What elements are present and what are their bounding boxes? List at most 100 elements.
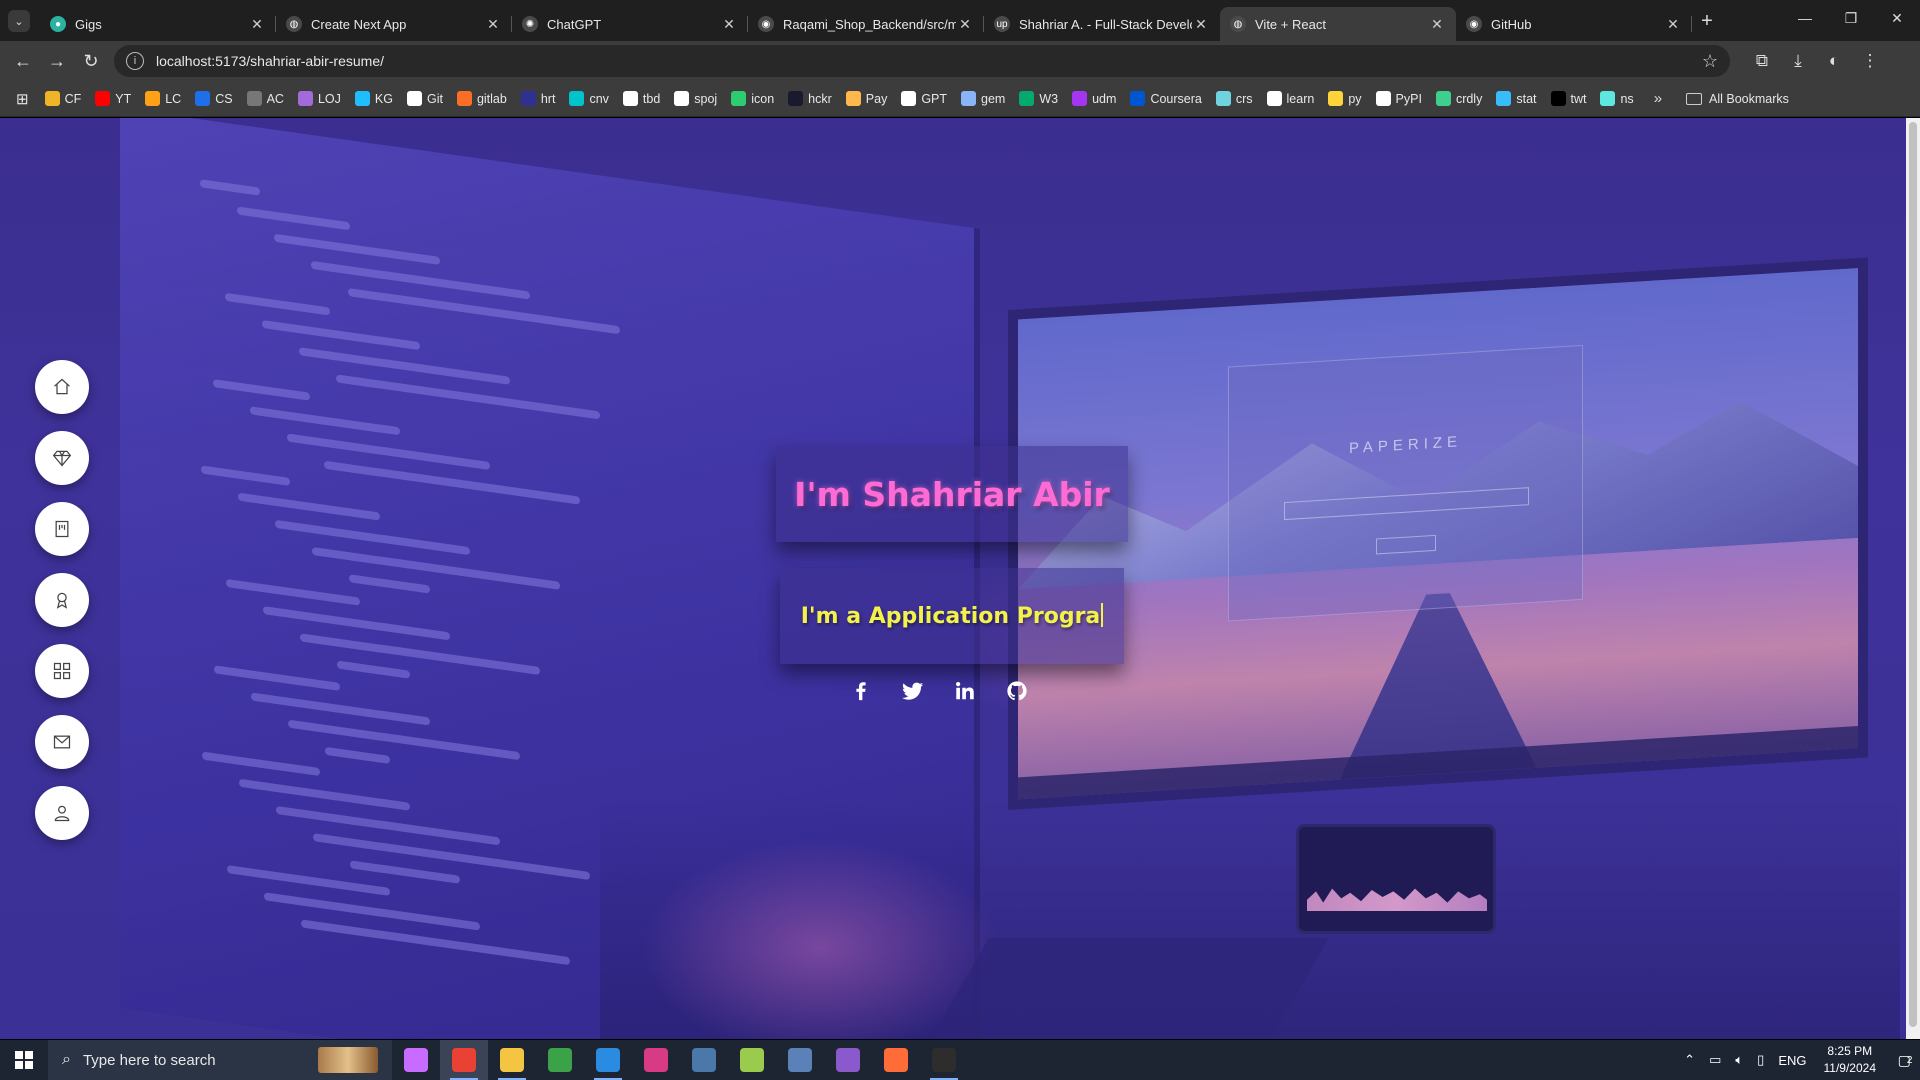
page-scrollbar[interactable] <box>1906 118 1920 1039</box>
tab-close-icon[interactable]: ✕ <box>1664 16 1682 33</box>
bookmark-item[interactable]: YT <box>95 91 131 106</box>
bookmark-item[interactable]: W3 <box>1019 91 1058 106</box>
bookmark-item[interactable]: py <box>1328 91 1362 106</box>
address-bar[interactable]: i localhost:5173/shahriar-abir-resume/ ☆ <box>114 45 1730 77</box>
forward-button[interactable]: → <box>40 44 74 78</box>
site-info-icon[interactable]: i <box>126 52 144 70</box>
chrome-app-button[interactable] <box>440 1040 488 1080</box>
tool-app-button[interactable] <box>728 1040 776 1080</box>
bookmark-item[interactable]: CS <box>195 91 233 106</box>
bookmark-item[interactable]: twt <box>1550 91 1586 106</box>
browser-tab[interactable]: ◉ GitHub ✕ <box>1456 7 1692 41</box>
nav-contact-button[interactable] <box>35 715 89 769</box>
bookmark-item[interactable]: Pay <box>845 91 887 106</box>
bookmark-item[interactable]: crdly <box>1435 91 1482 106</box>
minimize-button[interactable]: — <box>1782 0 1828 36</box>
bookmark-item[interactable]: learn <box>1266 91 1314 106</box>
bookmark-item[interactable]: udm <box>1072 91 1116 106</box>
extensions-icon[interactable]: ⧉ <box>1744 51 1780 71</box>
scrollbar-thumb[interactable] <box>1909 122 1917 1027</box>
browser-tab[interactable]: ● Gigs ✕ <box>40 7 276 41</box>
copilot-app-button[interactable] <box>392 1040 440 1080</box>
nav-services-button[interactable] <box>35 431 89 485</box>
bookmark-item[interactable]: hrt <box>520 91 555 106</box>
bookmark-item[interactable]: gitlab <box>456 91 507 106</box>
diamond-icon <box>52 450 72 467</box>
browser-tab[interactable]: ◍ Create Next App ✕ <box>276 7 512 41</box>
tab-close-icon[interactable]: ✕ <box>1428 16 1446 33</box>
apps-grid-icon[interactable]: ⊞ <box>16 90 29 108</box>
bookmark-item[interactable]: spoj <box>674 91 717 106</box>
tab-close-icon[interactable]: ✕ <box>248 16 266 33</box>
notification-center-button[interactable]: ▢ 2 <box>1890 1040 1920 1080</box>
file-explorer-app-button[interactable] <box>488 1040 536 1080</box>
bookmark-item[interactable]: cnv <box>569 91 609 106</box>
github-link[interactable] <box>1006 678 1028 704</box>
bookmark-item[interactable]: GPT <box>901 91 947 106</box>
restore-button[interactable]: ❐ <box>1828 0 1874 36</box>
postman-app-button[interactable] <box>872 1040 920 1080</box>
bookmark-item[interactable]: hckr <box>788 91 832 106</box>
nav-about-button[interactable] <box>35 786 89 840</box>
clock-time: 8:25 PM <box>1827 1044 1873 1058</box>
mysql-workbench-app-button[interactable] <box>680 1040 728 1080</box>
language-indicator[interactable]: ENG <box>1778 1053 1806 1068</box>
bookmark-item[interactable]: icon <box>731 91 774 106</box>
vscode-app-button[interactable] <box>584 1040 632 1080</box>
tray-expand-icon[interactable]: ⌃ <box>1684 1052 1695 1068</box>
bookmark-item[interactable]: CF <box>44 91 81 106</box>
bookmark-favicon-icon <box>195 91 211 106</box>
twitter-link[interactable] <box>902 678 924 704</box>
download-icon[interactable]: ⤓ <box>1780 51 1816 71</box>
nav-resume-button[interactable] <box>35 502 89 556</box>
bookmark-item[interactable]: gem <box>961 91 1005 106</box>
bookmark-item[interactable]: KG <box>354 91 393 106</box>
intellij-app-button[interactable] <box>632 1040 680 1080</box>
bookmark-item[interactable]: crs <box>1215 91 1253 106</box>
browser-tab[interactable]: up Shahriar A. - Full-Stack Develop ✕ <box>984 7 1220 41</box>
bookmark-item[interactable]: AC <box>246 91 284 106</box>
tab-close-icon[interactable]: ✕ <box>956 16 974 33</box>
reload-button[interactable]: ↻ <box>74 44 108 78</box>
visual-studio-app-button[interactable] <box>824 1040 872 1080</box>
bookmark-item[interactable]: Coursera <box>1130 91 1202 106</box>
browser-tab[interactable]: ◉ Raqami_Shop_Backend/src/mai ✕ <box>748 7 984 41</box>
all-bookmarks-button[interactable]: All Bookmarks <box>1686 92 1789 106</box>
bookmark-item[interactable]: LOJ <box>297 91 341 106</box>
bookmark-item[interactable]: Git <box>406 91 443 106</box>
linkedin-link[interactable] <box>954 678 976 704</box>
bookmark-item[interactable]: stat <box>1496 91 1537 106</box>
nav-awards-button[interactable] <box>35 573 89 627</box>
nav-portfolio-button[interactable] <box>35 644 89 698</box>
new-tab-button[interactable]: + <box>1692 10 1722 33</box>
bookmark-star-icon[interactable]: ☆ <box>1702 51 1718 72</box>
url-text[interactable]: localhost:5173/shahriar-abir-resume/ <box>156 53 1702 69</box>
bookmark-item[interactable]: PyPI <box>1375 91 1422 106</box>
tab-search-button[interactable]: ⌄ <box>8 10 30 32</box>
bookmark-item[interactable]: ns <box>1600 91 1634 106</box>
taskbar-search[interactable]: ⌕ Type here to search <box>48 1040 392 1080</box>
close-window-button[interactable]: ✕ <box>1874 0 1920 36</box>
tab-close-icon[interactable]: ✕ <box>720 16 738 33</box>
browser-tab[interactable]: ✺ ChatGPT ✕ <box>512 7 748 41</box>
menu-icon[interactable]: ⋮ <box>1852 51 1888 71</box>
back-button[interactable]: ← <box>6 44 40 78</box>
store-app-button[interactable] <box>536 1040 584 1080</box>
postgres-app-button[interactable] <box>776 1040 824 1080</box>
nav-home-button[interactable] <box>35 360 89 414</box>
browser-tab[interactable]: ◍ Vite + React ✕ <box>1220 7 1456 41</box>
bookmarks-overflow-button[interactable]: » <box>1654 90 1662 107</box>
search-highlight-image <box>318 1047 378 1073</box>
device-icon[interactable]: ▯ <box>1757 1052 1764 1068</box>
network-icon[interactable]: ▭ <box>1709 1052 1721 1068</box>
profile-avatar[interactable]: ◐ <box>1816 51 1852 71</box>
volume-icon[interactable]: 🔈︎ <box>1735 1052 1743 1068</box>
tab-close-icon[interactable]: ✕ <box>1192 16 1210 33</box>
facebook-link[interactable] <box>850 678 872 704</box>
bookmark-item[interactable]: tbd <box>622 91 660 106</box>
start-button[interactable] <box>0 1040 48 1080</box>
tab-close-icon[interactable]: ✕ <box>484 16 502 33</box>
taskbar-clock[interactable]: 8:25 PM 11/9/2024 <box>1824 1043 1877 1077</box>
terminal-app-button[interactable] <box>920 1040 968 1080</box>
bookmark-item[interactable]: LC <box>145 91 181 106</box>
